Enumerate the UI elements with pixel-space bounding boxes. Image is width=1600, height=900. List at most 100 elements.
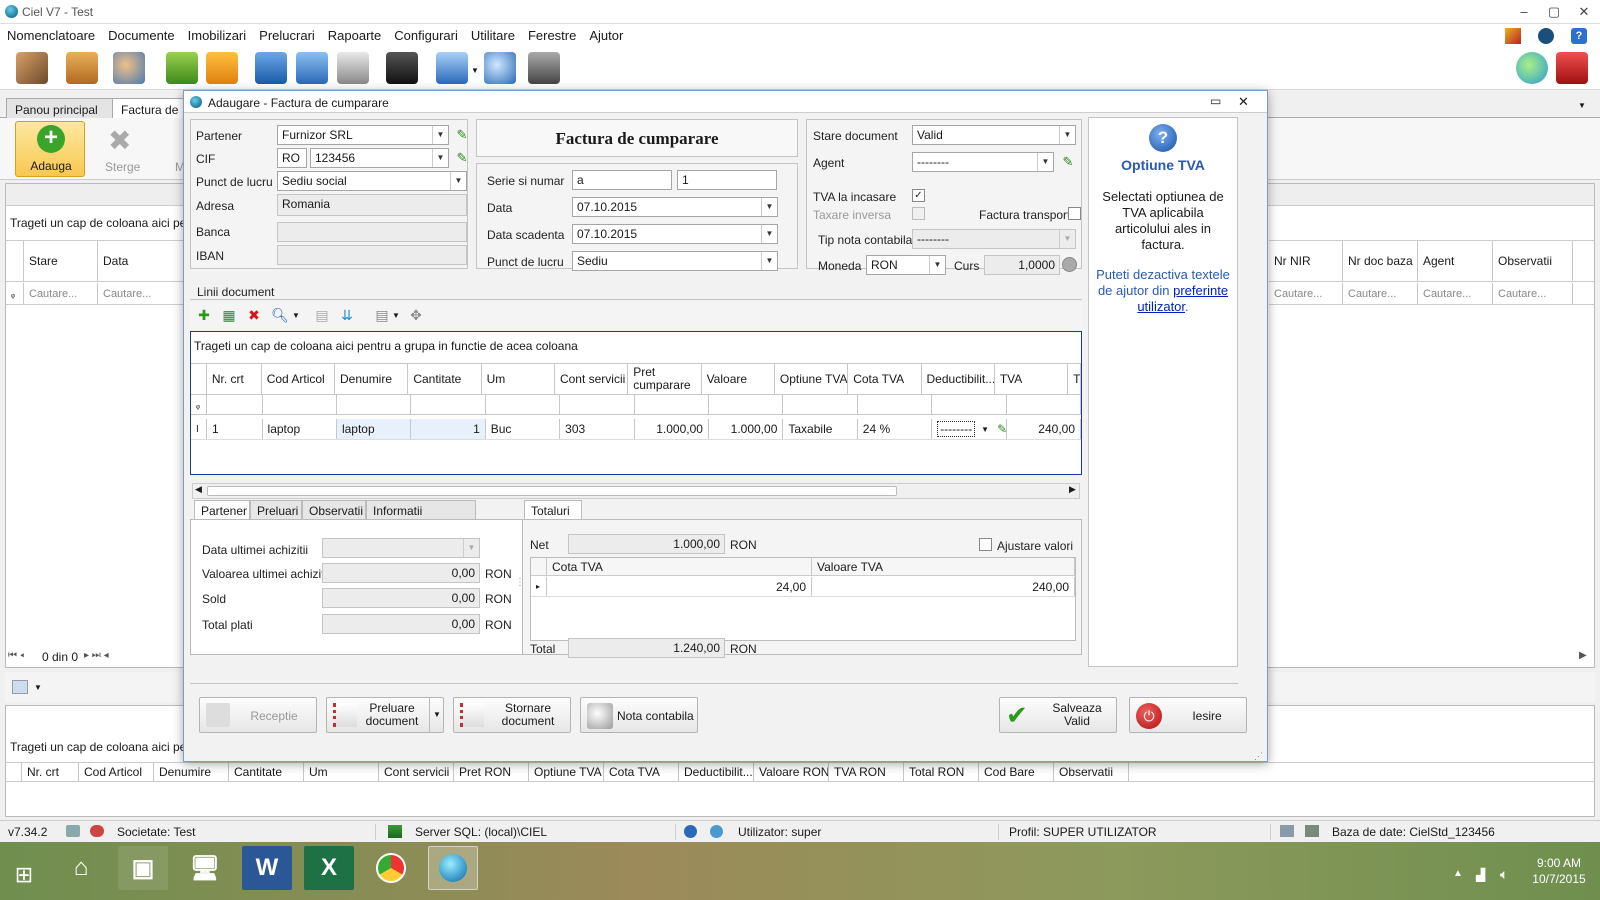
volume-icon[interactable]: 🔈︎ — [1500, 866, 1508, 883]
lcol-valoare-ron[interactable]: Valoare RON — [754, 763, 829, 781]
partener-dropdown-icon[interactable]: ▼ — [432, 126, 448, 144]
tva-incasare-checkbox[interactable]: ✓ — [912, 189, 925, 202]
menu-utilitare[interactable]: Utilitare — [464, 24, 521, 43]
list-icon[interactable] — [206, 52, 238, 84]
menu-imobilizari[interactable]: Imobilizari — [181, 24, 253, 43]
adauga-button[interactable]: + Adauga — [15, 121, 85, 177]
tab-menu-icon[interactable]: ▼ — [1578, 101, 1586, 110]
print-icon[interactable] — [436, 52, 468, 84]
cif-field[interactable]: 123456 ▼ — [310, 148, 449, 168]
tab-panou-principal[interactable]: Panou principal — [6, 98, 114, 118]
iesire-button[interactable]: ⏻ Iesire — [1129, 697, 1247, 733]
cell-optiune[interactable]: Taxabile — [783, 419, 858, 439]
import-icon[interactable] — [166, 52, 198, 84]
lcol-total-ron[interactable]: Total RON — [904, 763, 979, 781]
punct-lucru-dropdown-icon[interactable]: ▼ — [450, 172, 466, 190]
lcol-cod-articol[interactable]: Cod Articol — [79, 763, 154, 781]
scadenta-calendar-icon[interactable]: ▼ — [761, 225, 777, 243]
lines-filter-tva[interactable] — [1007, 395, 1081, 414]
handshake-icon[interactable] — [16, 52, 48, 84]
print-line-icon[interactable]: ▤ — [312, 305, 332, 325]
deduct-edit-icon[interactable]: ✎ — [997, 422, 1006, 436]
table-row[interactable]: I 1 laptop laptop 1 Buc 303 1.000,00 1.0… — [191, 419, 1081, 440]
menu-prelucrari[interactable]: Prelucrari — [252, 24, 321, 43]
lines-filter-deduct[interactable] — [932, 395, 1007, 414]
banca-field[interactable] — [277, 222, 467, 242]
lcol-um[interactable]: Um — [304, 763, 379, 781]
col-stare[interactable]: Stare — [24, 241, 98, 281]
col-optiune-tva[interactable]: Optiune TVA — [775, 364, 849, 394]
col-tva-cota[interactable]: Cota TVA — [547, 558, 812, 575]
agent-dropdown-icon[interactable]: ▼ — [1037, 153, 1053, 171]
delete-line-icon[interactable]: ✖ — [244, 305, 264, 325]
preluare-dropdown-icon[interactable]: ▼ — [429, 698, 444, 732]
search-dropdown-icon[interactable]: ▼ — [292, 311, 300, 320]
cell-deductibilitate[interactable]: -------- ▼ ✎ — [932, 419, 1007, 439]
col-nr-nir[interactable]: Nr NIR — [1269, 241, 1343, 281]
pager-first-icon[interactable]: ⏮ ◂ — [8, 650, 24, 661]
cif-prefix-field[interactable]: RO — [277, 148, 307, 168]
update-icon[interactable] — [1538, 28, 1554, 44]
filter-nr-nir[interactable]: Cautare... — [1269, 283, 1343, 304]
iban-field[interactable] — [277, 245, 467, 265]
layout-dropdown-icon[interactable]: ▼ — [34, 683, 42, 692]
stornare-button[interactable]: Stornare document — [453, 697, 571, 733]
computer-icon[interactable]: 🖥︎ — [180, 846, 230, 890]
lcol-denumire[interactable]: Denumire — [154, 763, 229, 781]
data-field[interactable]: 07.10.2015 ▼ — [572, 197, 778, 217]
moneda-field[interactable]: RON ▼ — [866, 255, 946, 275]
scroll-right-icon[interactable]: ▶ — [1579, 650, 1587, 661]
layout-icon[interactable] — [12, 680, 28, 694]
cell-denumire[interactable]: laptop — [336, 419, 412, 439]
tab-informatii-aditionale[interactable]: Informatii aditionale — [366, 500, 476, 532]
doc-punct-dropdown-icon[interactable]: ▼ — [761, 252, 777, 270]
hscroll-right-icon[interactable]: ▶ — [1069, 484, 1076, 495]
tva-row-expand-icon[interactable]: ▸ — [531, 577, 547, 596]
dialog-close-button[interactable]: ✕ — [1238, 94, 1249, 110]
taxare-inversa-checkbox[interactable] — [912, 207, 925, 220]
numar-field[interactable]: 1 — [677, 170, 777, 190]
tab-totaluri[interactable]: Totaluri — [524, 500, 582, 520]
tools-icon[interactable] — [1505, 28, 1521, 44]
lcol-observatii[interactable]: Observatii — [1054, 763, 1129, 781]
lines-filter-cod[interactable] — [263, 395, 337, 414]
resize-grip-icon[interactable]: ⋰ — [1254, 751, 1263, 762]
nota-contabila-field[interactable]: -------- ▼ — [912, 229, 1076, 249]
agent-edit-icon[interactable]: ✎ — [1060, 154, 1076, 170]
add-line-icon[interactable]: ✚ — [194, 305, 214, 325]
cell-pret[interactable]: 1.000,00 — [635, 419, 709, 439]
total-plati-field[interactable]: 0,00 — [322, 614, 480, 634]
delete-icon[interactable]: ✖ — [108, 124, 131, 157]
factura-transport-checkbox[interactable] — [1068, 207, 1081, 220]
list-item[interactable]: ▸ 24,00 240,00 — [531, 577, 1075, 597]
menu-nomenclatoare[interactable]: Nomenclatoare — [0, 24, 101, 43]
col-nr-crt[interactable]: Nr. crt — [207, 364, 262, 394]
lcol-cont-servicii[interactable]: Cont servicii — [379, 763, 454, 781]
col-observatii[interactable]: Observatii — [1493, 241, 1573, 281]
tab-partener[interactable]: Partener — [194, 500, 250, 520]
pos-icon[interactable] — [386, 52, 418, 84]
data-calendar-icon[interactable]: ▼ — [761, 198, 777, 216]
sold-field[interactable]: 0,00 — [322, 588, 480, 608]
lines-hscrollbar[interactable]: ◀ ▶ — [192, 483, 1080, 499]
maximize-button[interactable]: ▢ — [1541, 3, 1567, 21]
deduct-dropdown-icon[interactable]: ▼ — [981, 425, 989, 434]
lcol-cantitate[interactable]: Cantitate — [229, 763, 304, 781]
receptie-button[interactable]: Receptie — [199, 697, 317, 733]
layout-line-icon[interactable]: ▤ — [372, 305, 392, 325]
users-icon[interactable] — [113, 52, 145, 84]
data-ultimei-dropdown-icon[interactable]: ▼ — [463, 539, 479, 557]
clock-date[interactable]: 10/7/2015 — [1530, 872, 1588, 886]
tray-arrow-icon[interactable]: ▲ — [1453, 868, 1463, 879]
cell-cont[interactable]: 303 — [560, 419, 635, 439]
filter-nr-doc-baza[interactable]: Cautare... — [1343, 283, 1418, 304]
col-deductibilitate[interactable]: Deductibilit... — [922, 364, 995, 394]
pager-last-icon[interactable]: ▸ ⏭ ◂ — [84, 650, 109, 661]
word-icon[interactable]: W — [242, 846, 292, 890]
total-field[interactable]: 1.240,00 — [568, 638, 725, 658]
chat-icon[interactable] — [1516, 52, 1548, 84]
punct-lucru-field[interactable]: Sediu social ▼ — [277, 171, 467, 191]
box-icon[interactable] — [66, 52, 98, 84]
dialog-restore-button[interactable]: ▭ — [1210, 94, 1221, 108]
lcol-optiune-tva[interactable]: Optiune TVA — [529, 763, 604, 781]
